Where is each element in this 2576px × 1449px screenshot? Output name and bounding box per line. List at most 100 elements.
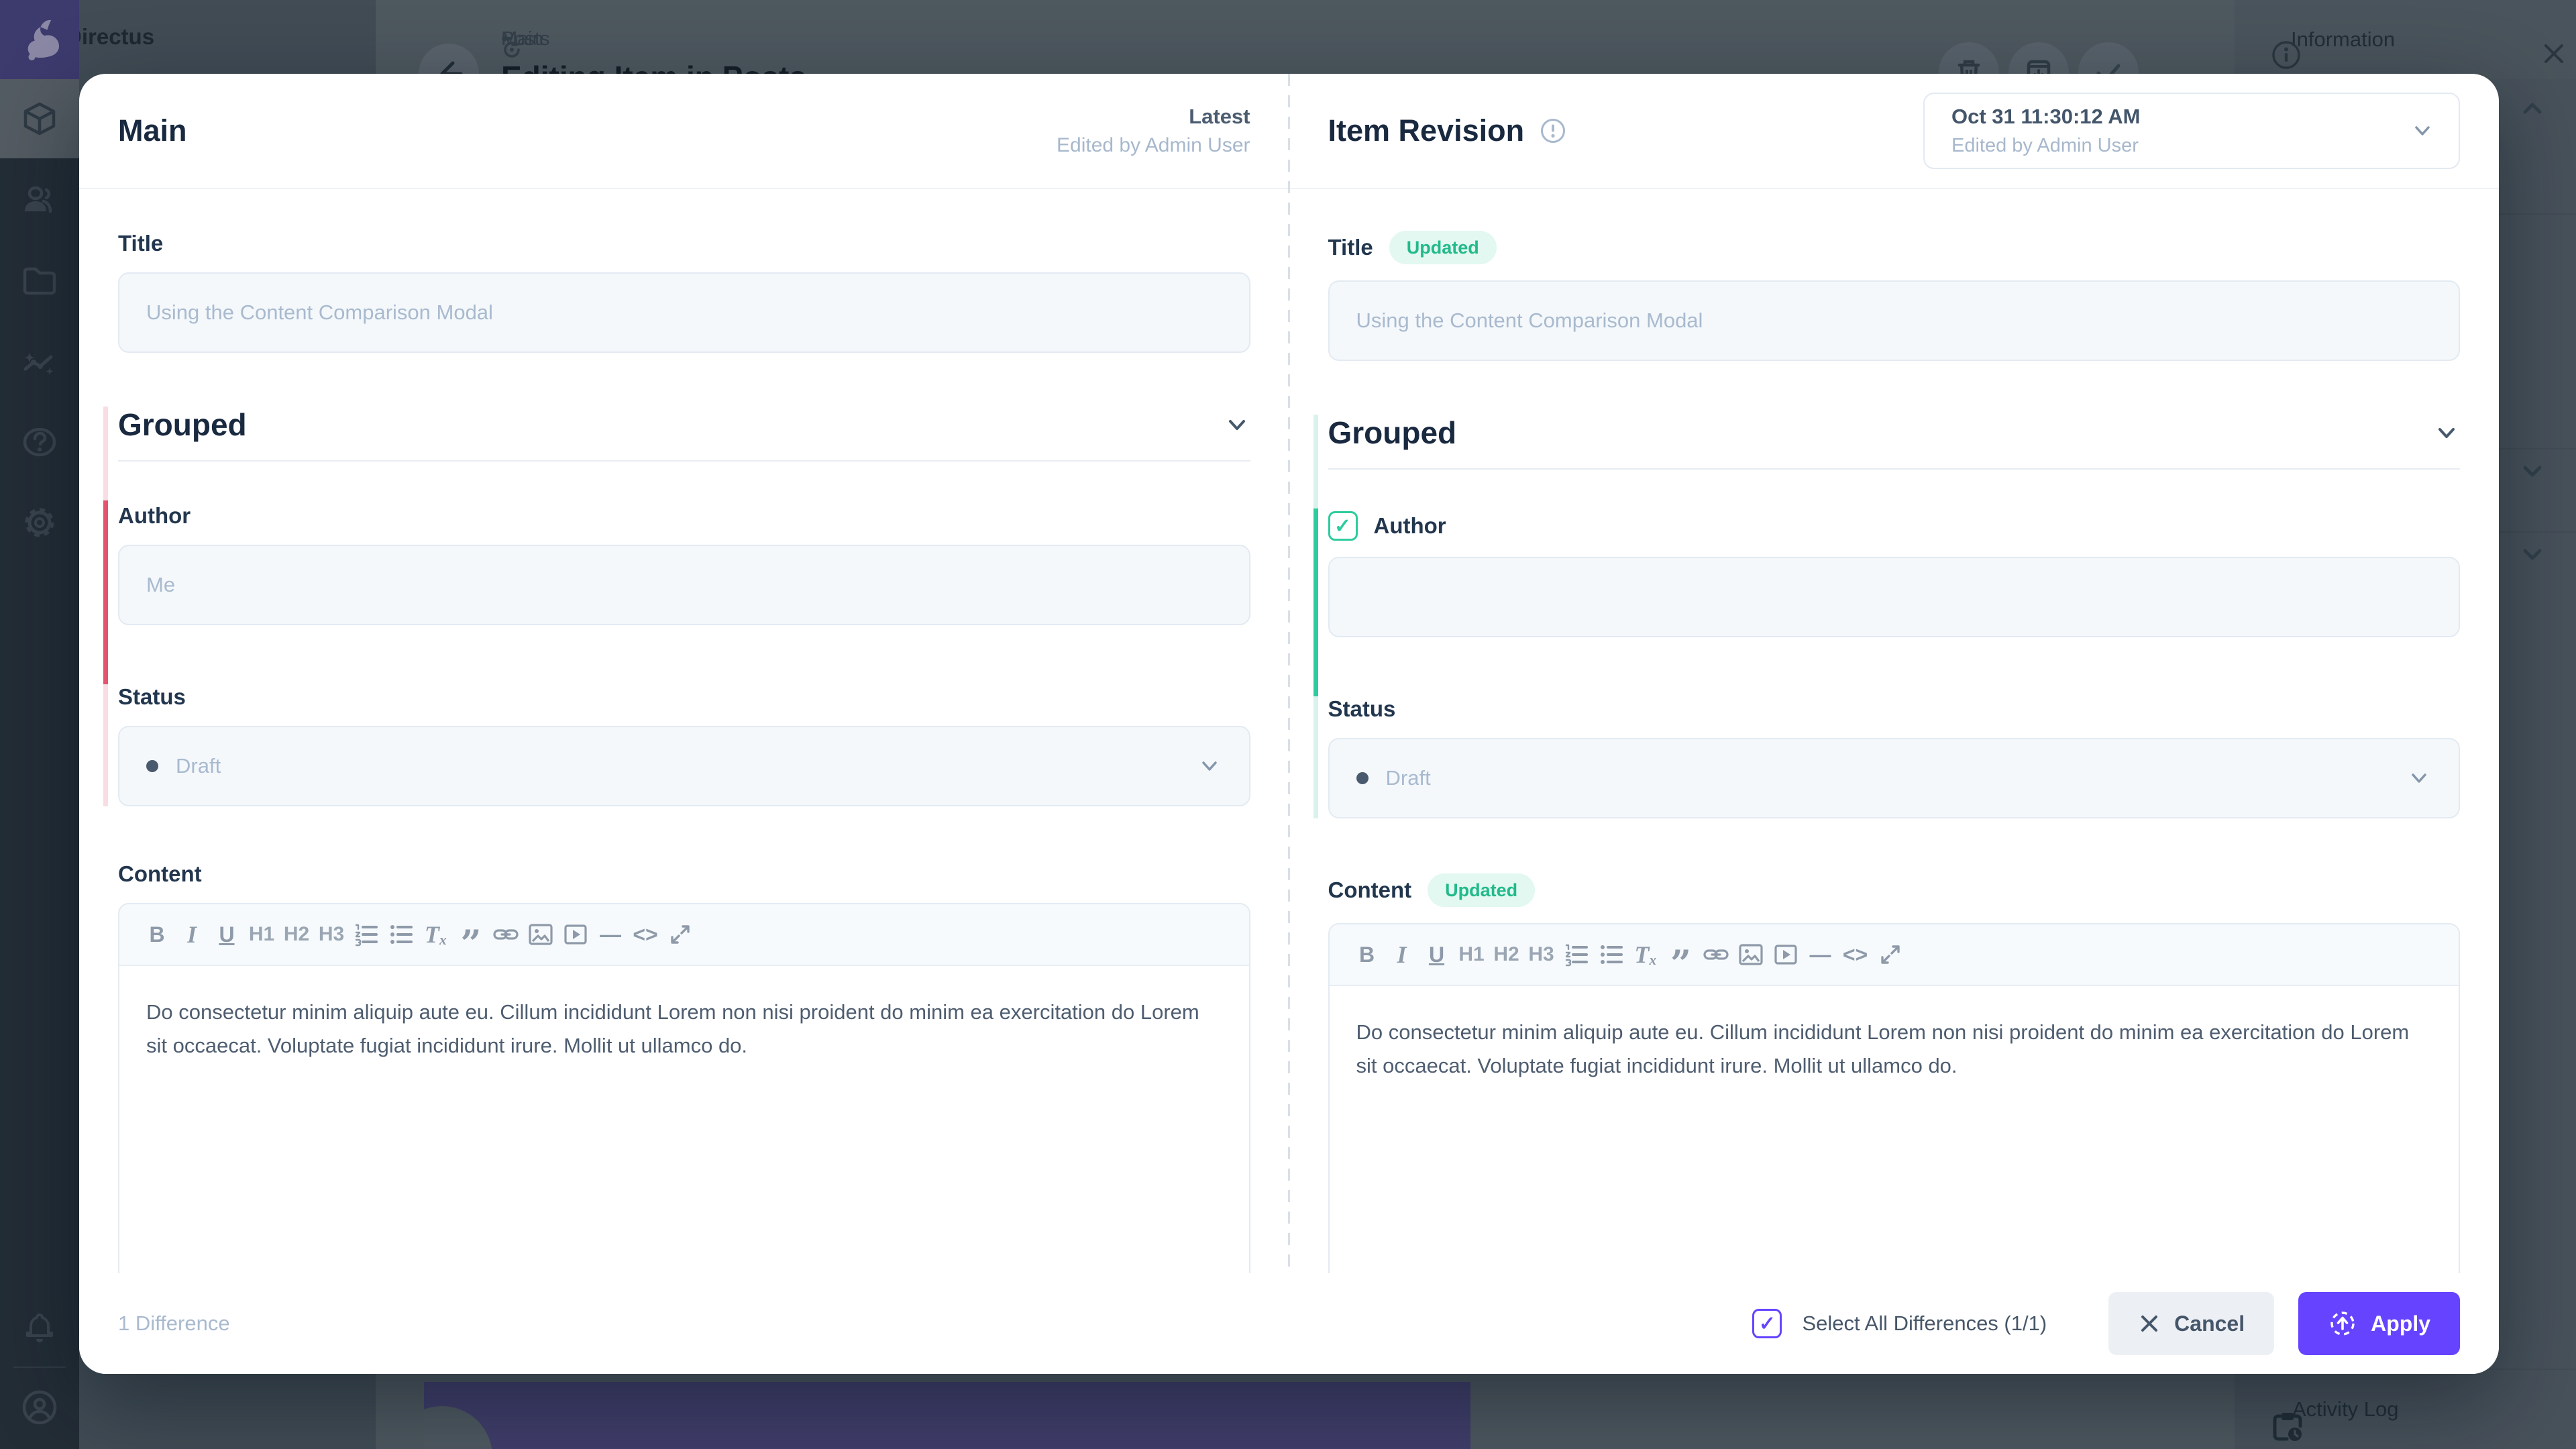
title-field: Title Updated Using the Content Comparis… (1328, 231, 2461, 361)
author-input[interactable]: Me (118, 545, 1250, 625)
status-value: Draft (1386, 766, 1431, 790)
activity-log-label: Activity Log (2292, 1397, 2399, 1421)
author-field-label: Author (1374, 513, 1446, 539)
status-value: Draft (176, 754, 221, 778)
image-button[interactable] (523, 914, 558, 955)
info-panel-header[interactable]: Information (2235, 0, 2576, 79)
module-files[interactable] (0, 241, 79, 321)
activity-log-button[interactable]: Activity Log (2235, 1368, 2576, 1449)
status-dot-icon (146, 760, 158, 772)
chevron-down-icon[interactable] (2433, 419, 2460, 446)
fullscreen-button[interactable] (663, 914, 698, 955)
bullet-list-button[interactable] (384, 914, 419, 955)
author-field-label: Author (118, 503, 191, 529)
background-content-block (424, 1382, 1470, 1449)
video-button[interactable] (558, 914, 593, 955)
editor-content[interactable]: Do consectetur minim aliquip aute eu. Ci… (119, 966, 1249, 1092)
content-field: Content B I U H1 H2 H3 Tₓ (118, 861, 1250, 1273)
editor-toolbar: B I U H1 H2 H3 Tₓ ” (1330, 924, 2459, 986)
module-settings[interactable] (0, 483, 79, 562)
notifications-button[interactable] (0, 1289, 79, 1368)
author-field: Author Me (118, 503, 1250, 684)
h3-button[interactable]: H3 (314, 914, 349, 955)
panel-divider (1288, 74, 1290, 1273)
status-select[interactable]: Draft (1328, 738, 2461, 818)
h2-button[interactable]: H2 (1489, 934, 1524, 975)
title-field-label: Title (118, 231, 163, 256)
blockquote-button[interactable]: ” (1664, 934, 1699, 975)
users-icon (21, 182, 58, 219)
revision-panel-scroll[interactable]: Title Updated Using the Content Comparis… (1289, 189, 2500, 1273)
code-button[interactable]: <> (628, 914, 663, 955)
info-panel-title: Information (2291, 28, 2520, 52)
directus-logo[interactable] (0, 0, 79, 79)
title-field-label: Title (1328, 235, 1373, 260)
apply-button-label: Apply (2371, 1311, 2430, 1336)
chevron-down-icon (1197, 753, 1222, 779)
editor-content[interactable]: Do consectetur minim aliquip aute eu. Ci… (1330, 986, 2459, 1112)
status-select[interactable]: Draft (118, 726, 1250, 806)
ordered-list-button[interactable] (349, 914, 384, 955)
info-icon (1539, 117, 1567, 145)
caret-down-icon (501, 32, 516, 46)
bold-button[interactable]: B (1350, 934, 1385, 975)
h3-button[interactable]: H3 (1524, 934, 1559, 975)
horizontal-rule-button[interactable]: — (593, 914, 628, 955)
image-button[interactable] (1733, 934, 1768, 975)
main-panel-scroll[interactable]: Title Using the Content Comparison Modal… (79, 189, 1289, 1273)
status-dot-icon (1356, 772, 1368, 784)
fullscreen-button[interactable] (1873, 934, 1908, 975)
difference-checkbox[interactable]: ✓ (1328, 511, 1358, 541)
wysiwyg-editor: B I U H1 H2 H3 Tₓ ” (118, 903, 1250, 1273)
ordered-list-button[interactable] (1559, 934, 1594, 975)
horizontal-rule-button[interactable]: — (1803, 934, 1838, 975)
cube-icon (21, 101, 58, 137)
italic-button[interactable]: I (174, 914, 209, 955)
author-input[interactable] (1328, 557, 2461, 637)
revision-select[interactable]: Oct 31 11:30:12 AM Edited by Admin User (1923, 93, 2460, 169)
bold-button[interactable]: B (140, 914, 174, 955)
chevron-down-icon[interactable] (1224, 411, 1250, 438)
content-field: Content Updated B I U H1 H2 H3 (1328, 873, 2461, 1273)
apply-button[interactable]: Apply (2298, 1292, 2460, 1355)
underline-button[interactable]: U (209, 914, 244, 955)
h2-button[interactable]: H2 (279, 914, 314, 955)
cancel-button[interactable]: Cancel (2108, 1292, 2274, 1355)
select-all-checkbox[interactable]: ✓ (1752, 1309, 1782, 1338)
title-input[interactable]: Using the Content Comparison Modal (1328, 280, 2461, 361)
module-insights[interactable] (0, 323, 79, 402)
status-field: Status Draft (118, 684, 1250, 806)
module-help[interactable] (0, 402, 79, 482)
video-button[interactable] (1768, 934, 1803, 975)
status-field-label: Status (1328, 696, 1396, 722)
help-icon (21, 423, 58, 461)
wysiwyg-editor: B I U H1 H2 H3 Tₓ ” (1328, 923, 2461, 1273)
title-input[interactable]: Using the Content Comparison Modal (118, 272, 1250, 353)
grouped-section: Grouped Author Me Status (118, 407, 1250, 806)
h1-button[interactable]: H1 (244, 914, 279, 955)
blockquote-button[interactable]: ” (453, 914, 488, 955)
h1-button[interactable]: H1 (1454, 934, 1489, 975)
italic-button[interactable]: I (1385, 934, 1419, 975)
module-content[interactable] (0, 79, 79, 158)
main-panel: Main Latest Edited by Admin User Title U… (79, 74, 1289, 1273)
user-avatar-icon (20, 1388, 59, 1427)
title-field: Title Using the Content Comparison Modal (118, 231, 1250, 353)
clear-format-button[interactable]: Tₓ (419, 914, 453, 955)
chevron-down-icon (2406, 765, 2432, 791)
select-all-label: Select All Differences (1/1) (1802, 1311, 2047, 1336)
underline-button[interactable]: U (1419, 934, 1454, 975)
link-button[interactable] (1699, 934, 1733, 975)
bullet-list-button[interactable] (1594, 934, 1629, 975)
content-field-label: Content (1328, 877, 1412, 903)
code-button[interactable]: <> (1838, 934, 1873, 975)
modal-footer: 1 Difference ✓ Select All Differences (1… (79, 1273, 2499, 1374)
bell-icon (22, 1311, 57, 1346)
user-menu-button[interactable] (0, 1368, 79, 1447)
clear-format-button[interactable]: Tₓ (1629, 934, 1664, 975)
revision-panel-title: Item Revision (1328, 113, 1525, 148)
difference-count: 1 Difference (118, 1311, 230, 1336)
author-field: ✓ Author (1328, 511, 2461, 696)
link-button[interactable] (488, 914, 523, 955)
module-users[interactable] (0, 161, 79, 240)
